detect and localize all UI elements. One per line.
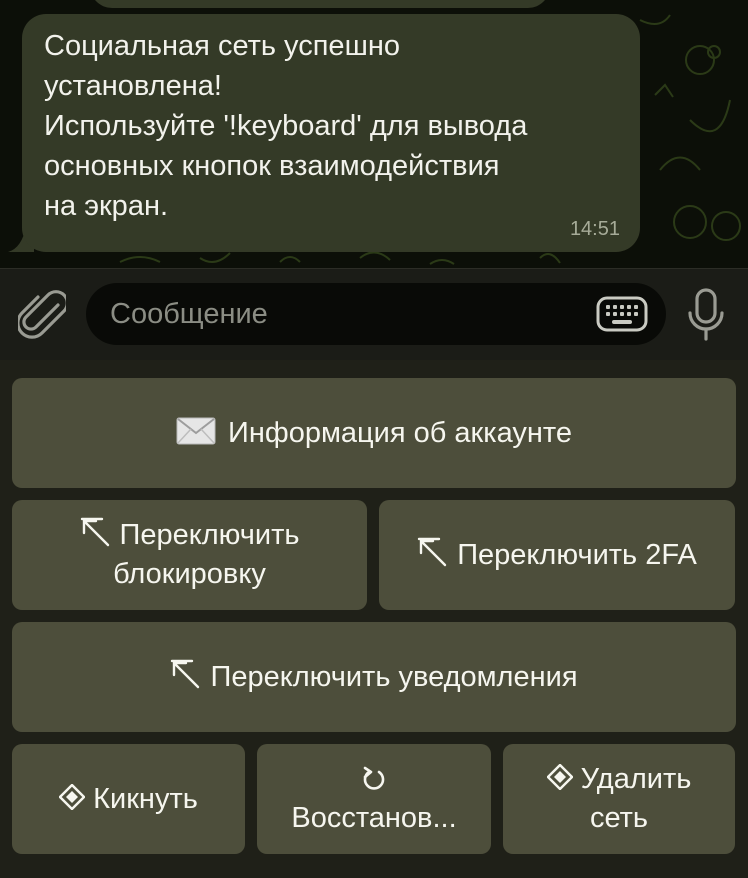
delete-label-line1: Удалить xyxy=(580,763,692,795)
restore-label: Восстанов... xyxy=(291,802,457,834)
arrow-up-left-icon xyxy=(417,537,447,567)
delete-label-line2: сеть xyxy=(589,802,649,834)
diamond-icon xyxy=(545,763,574,792)
toggle-block-label-line1: Переключить xyxy=(119,519,300,551)
message-placeholder: Сообщение xyxy=(110,298,268,330)
restore-icon xyxy=(363,767,385,791)
toggle-notifications-label: Переключить уведомления xyxy=(210,660,578,693)
paperclip-icon[interactable] xyxy=(18,289,66,341)
message-input[interactable]: Сообщение xyxy=(86,283,666,345)
toggle-block-button[interactable]: Переключить блокировку xyxy=(12,500,367,610)
restore-button[interactable]: Восстанов... xyxy=(257,744,491,854)
reply-keyboard: Информация об аккаунте Переключить блоки… xyxy=(0,360,748,878)
toggle-notifications-button[interactable]: Переключить уведомления xyxy=(12,622,736,732)
arrow-up-left-icon xyxy=(171,659,200,689)
previous-message-bubble xyxy=(90,0,550,8)
microphone-icon[interactable] xyxy=(686,287,726,343)
keyboard-icon[interactable] xyxy=(596,296,648,332)
message-time: 14:51 xyxy=(569,218,620,240)
message-input-bar: Сообщение xyxy=(0,268,748,362)
toggle-block-label-line2: блокировку xyxy=(113,558,266,590)
chat-area: Социальная сеть успешно установлена! Исп… xyxy=(0,0,748,268)
delete-network-button[interactable]: Удалить сеть xyxy=(503,744,735,854)
toggle-2fa-button[interactable]: Переключить 2FA xyxy=(379,500,735,610)
kick-button[interactable]: Кикнуть xyxy=(12,744,245,854)
message-text: Социальная сеть успешно установлена! Исп… xyxy=(44,30,528,222)
toggle-2fa-label: Переключить 2FA xyxy=(457,538,697,571)
kick-label: Кикнуть xyxy=(93,782,198,815)
account-info-button[interactable]: Информация об аккаунте xyxy=(12,378,736,488)
envelope-icon xyxy=(176,417,216,445)
diamond-icon xyxy=(58,783,86,811)
arrow-up-left-icon xyxy=(80,518,109,547)
account-info-label: Информация об аккаунте xyxy=(228,416,572,449)
